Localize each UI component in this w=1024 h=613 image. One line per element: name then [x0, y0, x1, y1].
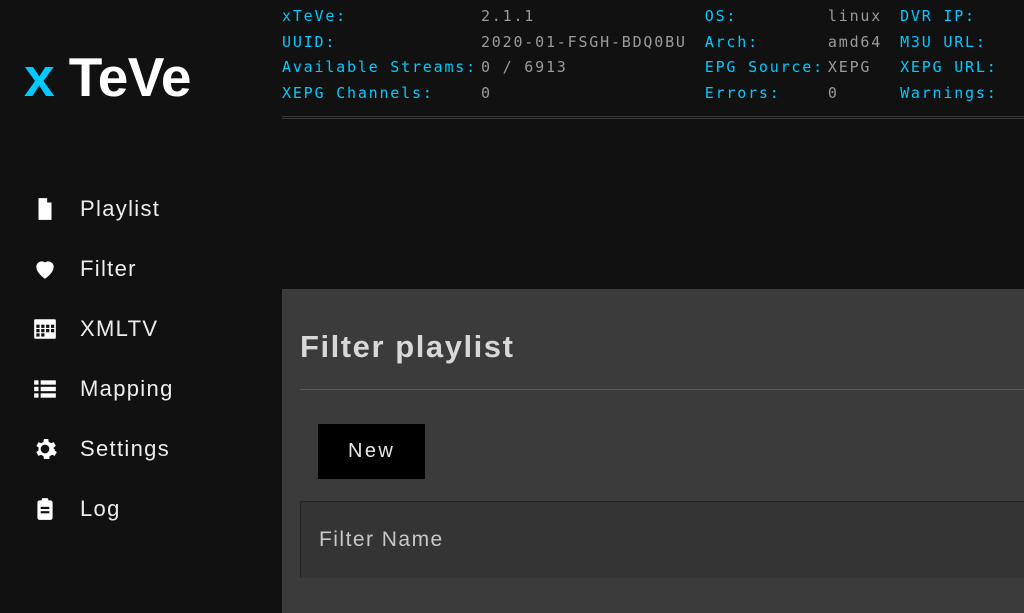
app-logo: x TeVe [0, 45, 282, 109]
nav-label: Settings [80, 436, 170, 462]
clipboard-icon [32, 496, 58, 522]
main: xTeVe: 2.1.1 OS: linux DVR IP: UUID: 202… [282, 0, 1024, 613]
nav-item-log[interactable]: Log [0, 479, 282, 539]
info-avail-label: Available Streams: [282, 55, 481, 81]
info-bar: xTeVe: 2.1.1 OS: linux DVR IP: UUID: 202… [282, 0, 1024, 119]
heart-icon [32, 256, 58, 282]
nav-label: Playlist [80, 196, 160, 222]
info-arch-label: Arch: [705, 30, 828, 56]
info-xteve-value: 2.1.1 [481, 4, 705, 30]
new-button[interactable]: New [318, 424, 425, 479]
info-err-value: 0 [828, 81, 900, 107]
info-dvr-label: DVR IP: [900, 4, 1001, 30]
info-warn-label: Warnings: [900, 81, 1001, 107]
nav-item-xmltv[interactable]: XMLTV [0, 299, 282, 359]
sidebar: x TeVe Playlist Filter XMLTV Mapping Set… [0, 0, 282, 613]
info-epg-label: EPG Source: [705, 55, 828, 81]
info-xteve-label: xTeVe: [282, 4, 481, 30]
nav-item-filter[interactable]: Filter [0, 239, 282, 299]
info-xepgch-value: 0 [481, 81, 705, 107]
nav-label: Mapping [80, 376, 174, 402]
nav-label: Log [80, 496, 121, 522]
nav-label: XMLTV [80, 316, 158, 342]
info-avail-value: 0 / 6913 [481, 55, 705, 81]
logo-x: x [24, 46, 54, 108]
info-err-label: Errors: [705, 81, 828, 107]
info-m3u-label: M3U URL: [900, 30, 1001, 56]
info-uuid-value: 2020-01-FSGH-BDQ0BU [481, 30, 705, 56]
nav-list: Playlist Filter XMLTV Mapping Settings L… [0, 179, 282, 539]
nav-item-settings[interactable]: Settings [0, 419, 282, 479]
filter-table-header: Filter Name [300, 501, 1024, 578]
nav-item-mapping[interactable]: Mapping [0, 359, 282, 419]
info-os-label: OS: [705, 4, 828, 30]
file-icon [32, 196, 58, 222]
gear-icon [32, 436, 58, 462]
info-epg-value: XEPG [828, 55, 900, 81]
page-title: Filter playlist [300, 329, 1024, 365]
divider [300, 389, 1024, 390]
calendar-grid-icon [32, 316, 58, 342]
info-xepgurl-label: XEPG URL: [900, 55, 1001, 81]
info-uuid-label: UUID: [282, 30, 481, 56]
info-arch-value: amd64 [828, 30, 900, 56]
logo-text: TeVe [54, 46, 191, 108]
nav-label: Filter [80, 256, 137, 282]
info-table: xTeVe: 2.1.1 OS: linux DVR IP: UUID: 202… [282, 4, 1002, 106]
info-os-value: linux [828, 4, 900, 30]
content-panel: Filter playlist New Filter Name [282, 289, 1024, 613]
info-xepgch-label: XEPG Channels: [282, 81, 481, 107]
nav-item-playlist[interactable]: Playlist [0, 179, 282, 239]
column-filter-name: Filter Name [319, 528, 444, 551]
list-icon [32, 376, 58, 402]
